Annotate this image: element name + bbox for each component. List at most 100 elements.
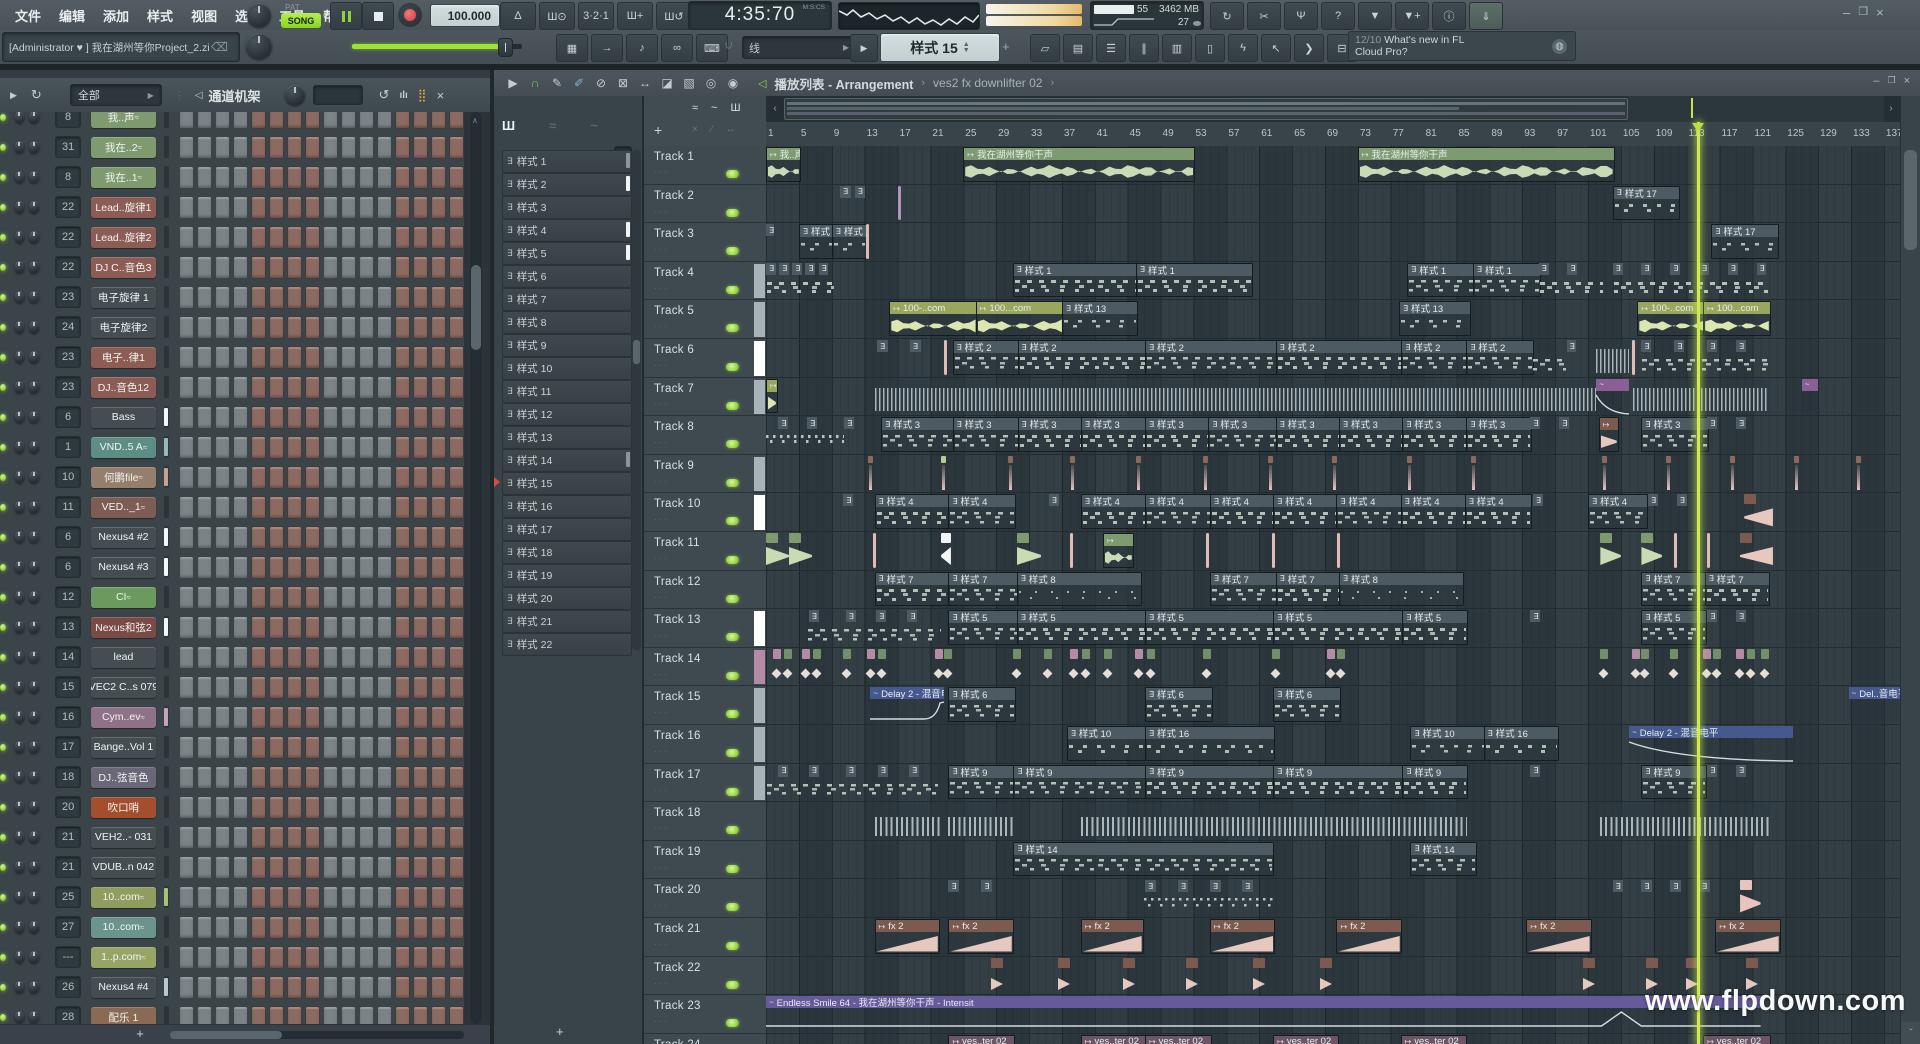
step-cell[interactable]: [395, 676, 411, 699]
channel-target-lcd[interactable]: 12: [55, 586, 81, 608]
pan-knob[interactable]: [15, 1011, 25, 1023]
clip-sweep[interactable]: [1017, 533, 1042, 568]
step-cell[interactable]: [269, 676, 285, 699]
clip-pattern-mini[interactable]: ∃: [1736, 610, 1746, 622]
clip-hit[interactable]: [1104, 649, 1112, 684]
slide-icon[interactable]: ♪: [626, 34, 658, 62]
minimap-thumb[interactable]: [784, 98, 1628, 120]
master-volume-slider[interactable]: [986, 4, 1082, 14]
step-cell[interactable]: [287, 166, 303, 189]
clip-riser-tick[interactable]: [866, 224, 869, 259]
step-cell[interactable]: [359, 316, 375, 339]
channel-button[interactable]: VEH2..- 031: [91, 827, 155, 848]
step-cell[interactable]: [413, 376, 429, 399]
channel-fader[interactable]: [164, 112, 169, 128]
step-cell[interactable]: [233, 196, 249, 219]
pan-knob[interactable]: [15, 471, 25, 483]
step-cell[interactable]: [359, 466, 375, 489]
clip-hit[interactable]: [878, 649, 886, 684]
step-cell[interactable]: [305, 616, 321, 639]
step-cell[interactable]: [377, 346, 393, 369]
step-cell[interactable]: [341, 946, 357, 969]
track-mute-led[interactable]: [726, 247, 739, 255]
step-cell[interactable]: [197, 256, 213, 279]
track-mute-led[interactable]: [726, 595, 739, 603]
step-cell[interactable]: [341, 526, 357, 549]
step-cell[interactable]: [179, 112, 195, 129]
channel-button[interactable]: 电子旋律2: [91, 317, 155, 338]
track-header[interactable]: Track 7···: [644, 378, 766, 417]
clip-pattern-mini[interactable]: ∃: [1641, 880, 1652, 892]
step-cell[interactable]: [323, 946, 339, 969]
step-cell[interactable]: [341, 496, 357, 519]
clip-pattern[interactable]: ∃样式 3: [1145, 417, 1210, 452]
cut-icon[interactable]: ✂: [1247, 2, 1281, 30]
channel-target-lcd[interactable]: 10: [55, 466, 81, 488]
step-cell[interactable]: [179, 676, 195, 699]
pattern-item[interactable]: ∃样式 16: [502, 495, 632, 518]
step-cell[interactable]: [179, 496, 195, 519]
channel-fader[interactable]: [164, 556, 169, 578]
step-cell[interactable]: [413, 706, 429, 729]
volume-knob[interactable]: [29, 171, 39, 183]
step-cell[interactable]: [395, 706, 411, 729]
step-cell[interactable]: [341, 676, 357, 699]
step-cell[interactable]: [359, 556, 375, 579]
step-cell[interactable]: [341, 466, 357, 489]
step-cell[interactable]: [341, 766, 357, 789]
step-cell[interactable]: [233, 796, 249, 819]
step-cell[interactable]: [341, 616, 357, 639]
step-cell[interactable]: [431, 256, 447, 279]
step-cell[interactable]: [323, 796, 339, 819]
download-icon[interactable]: ⇓: [1469, 2, 1503, 30]
step-cell[interactable]: [413, 346, 429, 369]
step-cell[interactable]: [251, 136, 267, 159]
pan-knob[interactable]: [15, 261, 25, 273]
channel-fader[interactable]: [164, 226, 169, 248]
track-lane[interactable]: ↦我..声↦我在湖州等你干声↦我在湖州等你干声: [766, 146, 1900, 185]
step-cell[interactable]: [323, 1006, 339, 1025]
step-cell[interactable]: [395, 646, 411, 669]
clip-pattern[interactable]: ∃样式 4: [948, 494, 1016, 529]
step-cell[interactable]: [233, 646, 249, 669]
volume-knob[interactable]: [29, 831, 39, 843]
clip-pattern-mini[interactable]: ∃: [1530, 417, 1540, 429]
clip-pattern-mini[interactable]: ∃: [907, 610, 917, 622]
step-cell[interactable]: [287, 796, 303, 819]
step-cell[interactable]: [323, 316, 339, 339]
channel-button[interactable]: Nexus4 #3: [91, 557, 155, 578]
step-cell[interactable]: [305, 256, 321, 279]
clip-audio[interactable]: ↦100...com: [976, 301, 1064, 336]
step-cell[interactable]: [215, 586, 231, 609]
clip-riser-tick[interactable]: [1272, 533, 1275, 568]
step-cell[interactable]: [233, 706, 249, 729]
master-pitch-slider[interactable]: [986, 16, 1082, 26]
channel-fader[interactable]: [164, 526, 169, 548]
step-cell[interactable]: [269, 886, 285, 909]
step-cell[interactable]: [413, 226, 429, 249]
step-cell[interactable]: [179, 436, 195, 459]
step-cell[interactable]: [269, 376, 285, 399]
step-cell[interactable]: [215, 976, 231, 999]
step-cell[interactable]: [413, 112, 429, 129]
step-cell[interactable]: [323, 436, 339, 459]
clip-pattern-mini[interactable]: ∃: [846, 610, 856, 622]
step-cell[interactable]: [251, 376, 267, 399]
clip-riser-tick[interactable]: [944, 340, 947, 375]
clip-hit[interactable]: [1641, 649, 1649, 684]
restore-button[interactable]: ❐: [1858, 5, 1868, 20]
step-cell[interactable]: [323, 766, 339, 789]
play-tool-icon[interactable]: ▶: [502, 73, 524, 93]
step-cell[interactable]: [341, 706, 357, 729]
step-cell[interactable]: [269, 466, 285, 489]
channel-fader[interactable]: [164, 796, 169, 818]
pattern-item[interactable]: ∃样式 8: [502, 311, 632, 334]
pan-knob[interactable]: [15, 231, 25, 243]
step-cell[interactable]: [251, 496, 267, 519]
clip-pattern-mini[interactable]: ∃: [910, 340, 921, 352]
channel-led[interactable]: [0, 804, 6, 811]
channel-button[interactable]: VDUB..n 042: [91, 857, 155, 878]
step-cell[interactable]: [431, 856, 447, 879]
channel-led[interactable]: [0, 474, 6, 481]
step-cell[interactable]: [215, 1006, 231, 1025]
